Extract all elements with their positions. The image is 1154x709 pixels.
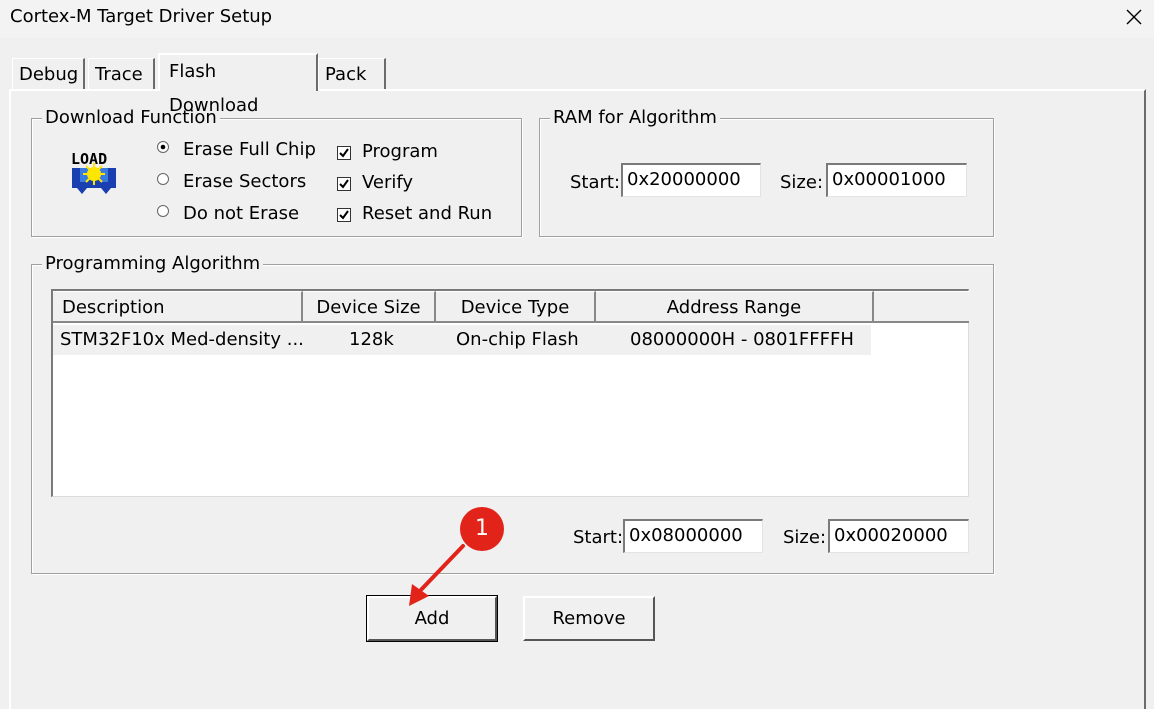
checkbox-reset-and-run[interactable] xyxy=(337,208,351,222)
checkbox-program[interactable] xyxy=(337,146,351,160)
radio-do-not-erase[interactable] xyxy=(156,204,170,218)
checkbox-reset-and-run-label: Reset and Run xyxy=(362,203,493,224)
window-title: Cortex-M Target Driver Setup xyxy=(10,6,273,27)
programming-algorithm-legend: Programming Algorithm xyxy=(42,252,264,276)
column-header-address-range[interactable]: Address Range xyxy=(596,291,874,323)
download-function-group: Download Function LOAD Erase Full Chip E… xyxy=(31,106,522,237)
algorithm-list[interactable]: Description Device Size Device Type Addr… xyxy=(51,289,969,497)
radio-unselected-icon xyxy=(157,173,169,185)
column-header-device-size[interactable]: Device Size xyxy=(303,291,436,323)
close-icon xyxy=(1126,9,1142,25)
radio-erase-full-chip[interactable] xyxy=(156,140,170,154)
flash-start-input[interactable]: 0x08000000 xyxy=(623,519,763,553)
cell-description: STM32F10x Med-density ... xyxy=(60,329,304,350)
column-header-description[interactable]: Description xyxy=(53,291,303,323)
cell-device-size: 128k xyxy=(349,329,394,350)
remove-button[interactable]: Remove xyxy=(523,596,655,641)
radio-erase-sectors[interactable] xyxy=(156,172,170,186)
title-bar: Cortex-M Target Driver Setup xyxy=(0,0,1154,38)
ram-for-algorithm-group: RAM for Algorithm Start: 0x20000000 Size… xyxy=(539,106,994,237)
ram-size-input[interactable]: 0x00001000 xyxy=(826,163,967,197)
step-number-badge: 1 xyxy=(460,507,504,551)
column-header-device-type[interactable]: Device Type xyxy=(436,291,596,323)
radio-unselected-icon xyxy=(157,205,169,217)
radio-erase-full-chip-label: Erase Full Chip xyxy=(183,139,316,160)
checkbox-verify[interactable] xyxy=(337,177,351,191)
flash-size-label: Size: xyxy=(783,527,827,548)
ram-size-label: Size: xyxy=(780,172,824,193)
ram-start-label: Start: xyxy=(570,172,621,193)
cell-address-range: 08000000H - 0801FFFFH xyxy=(630,329,854,350)
radio-do-not-erase-label: Do not Erase xyxy=(183,203,300,224)
annotation-arrow-icon xyxy=(409,544,465,606)
checkbox-verify-label: Verify xyxy=(362,172,414,193)
ram-start-input[interactable]: 0x20000000 xyxy=(621,163,761,197)
flash-size-input[interactable]: 0x00020000 xyxy=(828,519,969,553)
check-icon xyxy=(339,210,349,220)
tab-pack[interactable]: Pack xyxy=(318,58,386,90)
tab-trace[interactable]: Trace xyxy=(88,58,155,90)
column-header-filler xyxy=(874,291,969,323)
tab-flash-download[interactable]: Flash Download xyxy=(158,53,318,116)
cell-device-type: On-chip Flash xyxy=(456,329,579,350)
load-icon: LOAD xyxy=(71,150,116,194)
check-icon xyxy=(339,148,349,158)
flash-start-label: Start: xyxy=(573,527,624,548)
radio-selected-icon xyxy=(157,141,169,153)
close-button[interactable] xyxy=(1116,2,1152,32)
ram-for-algorithm-legend: RAM for Algorithm xyxy=(550,106,720,130)
radio-erase-sectors-label: Erase Sectors xyxy=(183,171,307,192)
svg-text:LOAD: LOAD xyxy=(71,150,107,168)
check-icon xyxy=(339,179,349,189)
tab-debug[interactable]: Debug xyxy=(12,58,85,90)
checkbox-program-label: Program xyxy=(362,141,438,162)
